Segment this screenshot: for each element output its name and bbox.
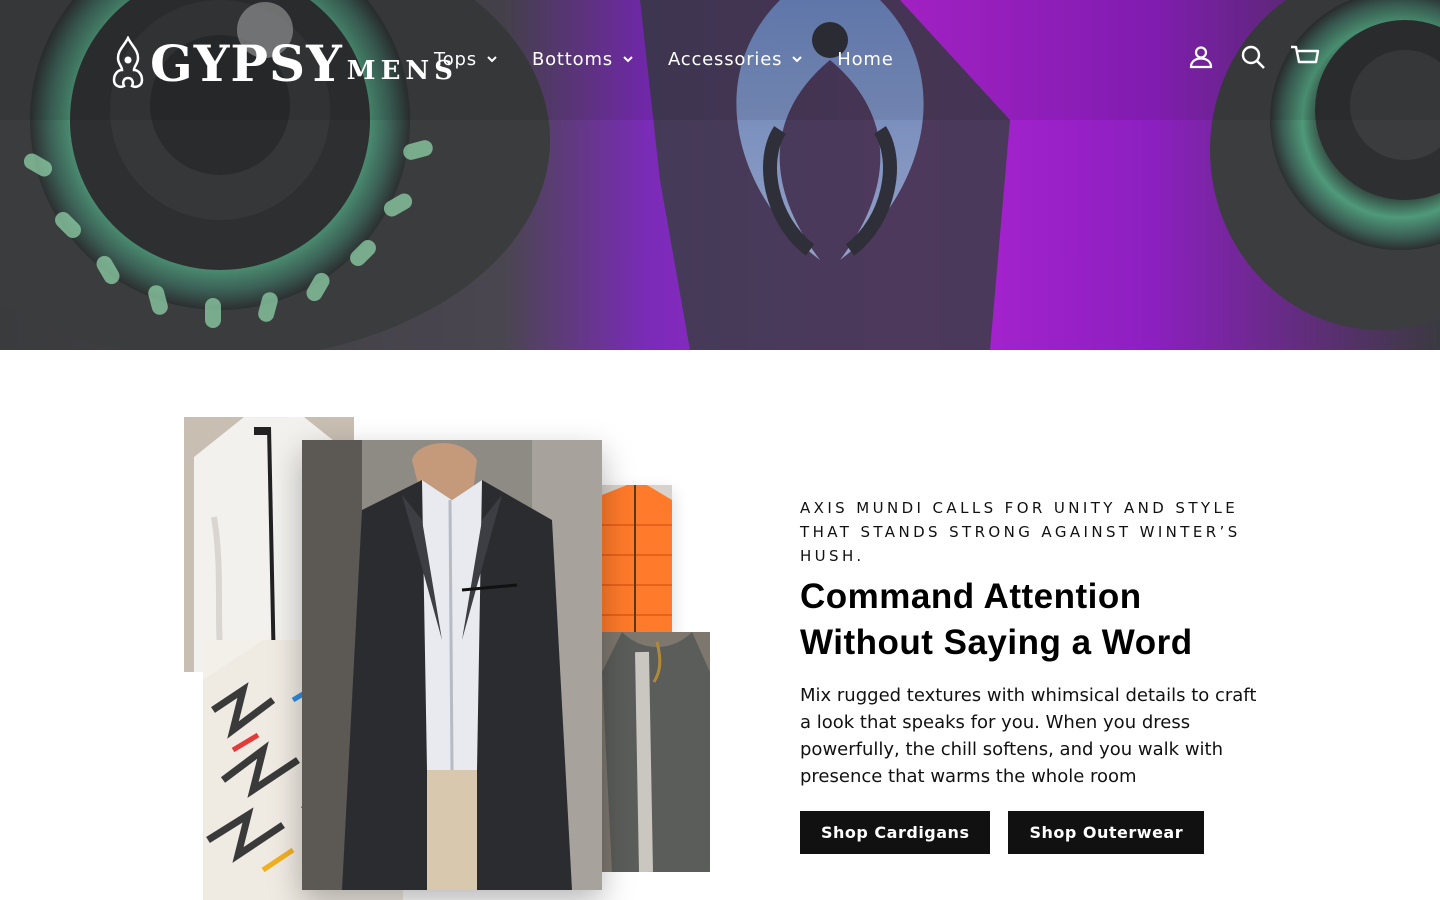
search-icon [1241, 45, 1265, 69]
grey-hooded-coat-photo [602, 632, 710, 872]
account-icon [1189, 46, 1213, 69]
nav-item-accessories[interactable]: Accessories [668, 49, 803, 70]
header-actions [1164, 42, 1320, 72]
product-collage [180, 412, 720, 900]
feature-headline: Command Attention Without Saying a Word [800, 577, 1193, 662]
nav-item-label: Home [837, 48, 894, 70]
feature-eyebrow: Axis Mundi calls for unity and style tha… [800, 499, 1241, 565]
shop-outerwear-button[interactable]: Shop Outerwear [1008, 811, 1205, 854]
chevron-down-icon [623, 56, 633, 63]
account-button[interactable] [1186, 42, 1216, 72]
nav-item-label: Bottoms [531, 48, 613, 70]
flame-emblem-icon [112, 36, 144, 88]
logo-wordmark: GYPSY [150, 34, 343, 93]
chevron-down-icon [792, 56, 802, 63]
orange-vest-photo [602, 485, 672, 635]
chevron-down-icon [487, 56, 497, 63]
site-logo[interactable]: GYPSY MENS [110, 30, 458, 90]
main-nav: Tops Bottoms Accessories Home [434, 44, 928, 74]
feature-buttons: Shop Cardigans Shop Outerwear [800, 811, 1270, 854]
cart-button[interactable] [1290, 42, 1320, 72]
feature-text-block: Axis Mundi calls for unity and style tha… [800, 496, 1270, 854]
nav-item-tops[interactable]: Tops [434, 49, 498, 70]
site-header: GYPSY MENS Tops Bottoms Accessories Home [0, 0, 1440, 118]
cart-icon [1291, 45, 1320, 64]
shop-cardigans-button[interactable]: Shop Cardigans [800, 811, 991, 854]
nav-item-label: Tops [434, 48, 477, 70]
search-button[interactable] [1238, 42, 1268, 72]
nav-item-home[interactable]: Home [837, 49, 893, 70]
black-blazer-photo [302, 440, 602, 890]
feature-body: Mix rugged textures with whimsical detai… [800, 685, 1257, 787]
nav-item-label: Accessories [667, 48, 783, 70]
nav-item-bottoms[interactable]: Bottoms [532, 49, 634, 70]
